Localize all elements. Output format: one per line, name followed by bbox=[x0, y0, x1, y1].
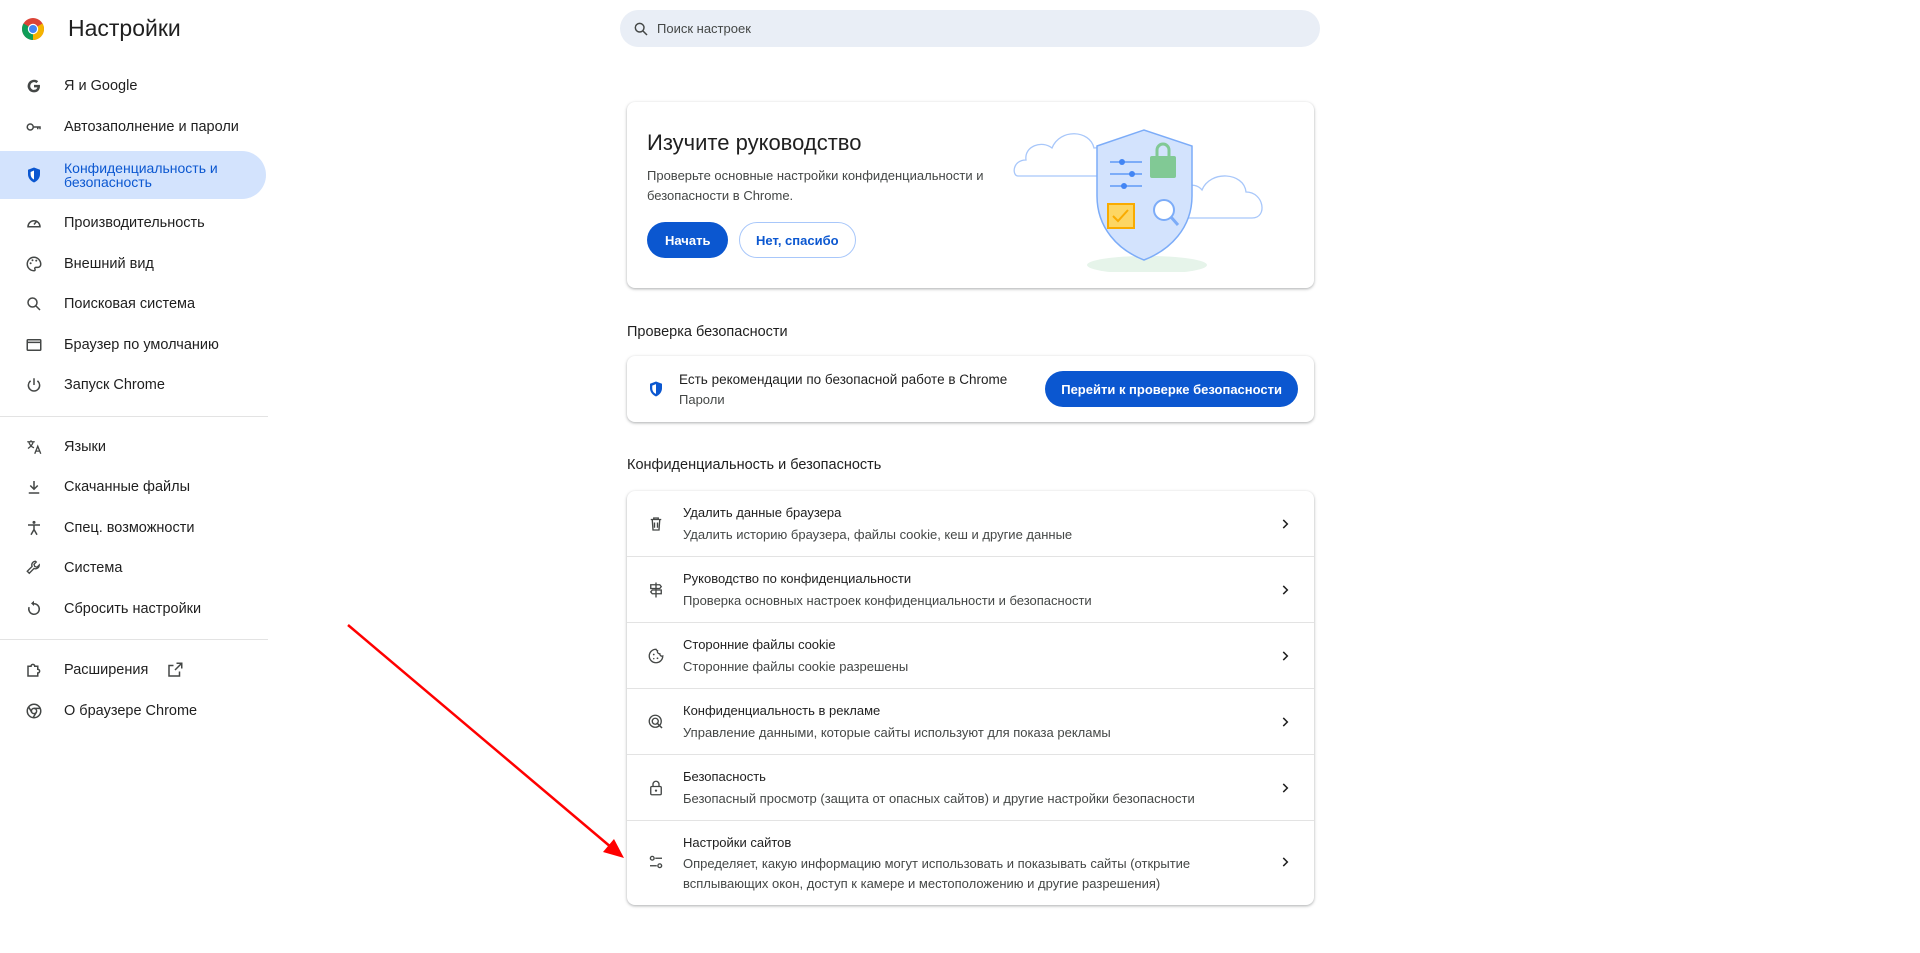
palette-icon bbox=[25, 255, 43, 273]
sidebar-item-extensions[interactable]: Расширения bbox=[0, 650, 266, 691]
privacy-settings-list: Удалить данные браузера Удалить историю … bbox=[627, 491, 1314, 905]
lock-icon bbox=[647, 779, 665, 797]
row-subtitle: Удалить историю браузера, файлы cookie, … bbox=[683, 527, 1073, 542]
sidebar-item-system[interactable]: Система bbox=[0, 548, 266, 589]
search-icon bbox=[25, 295, 43, 313]
list-item-third-party-cookies[interactable]: Сторонние файлы cookie Сторонние файлы c… bbox=[627, 623, 1314, 689]
safety-check-card: Есть рекомендации по безопасной работе в… bbox=[627, 356, 1314, 422]
no-thanks-button[interactable]: Нет, спасибо bbox=[739, 222, 856, 258]
row-subtitle: Определяет, какую информацию могут испол… bbox=[683, 856, 1191, 891]
shield-check-icon bbox=[650, 381, 662, 397]
guide-description: Проверьте основные настройки конфиденциа… bbox=[647, 168, 984, 203]
sidebar-item-label: Запуск Chrome bbox=[64, 377, 165, 394]
chrome-logo-icon bbox=[22, 18, 44, 40]
go-to-safety-check-button[interactable]: Перейти к проверке безопасности bbox=[1045, 371, 1298, 407]
row-title: Сторонние файлы cookie bbox=[683, 637, 836, 652]
sidebar-item-label: Языки bbox=[64, 438, 106, 455]
sidebar-item-accessibility[interactable]: Спец. возможности bbox=[0, 508, 266, 549]
key-icon bbox=[25, 118, 43, 136]
chevron-right-icon bbox=[1282, 584, 1289, 595]
start-guide-button[interactable]: Начать bbox=[647, 222, 729, 258]
row-subtitle: Управление данными, которые сайты исполь… bbox=[683, 725, 1111, 740]
chevron-right-icon bbox=[1282, 857, 1289, 867]
sidebar-item-performance[interactable]: Производительность bbox=[0, 203, 266, 244]
chevron-right-icon bbox=[1282, 518, 1289, 529]
row-title: Руководство по конфиденциальности bbox=[683, 571, 912, 586]
download-icon bbox=[25, 478, 43, 496]
list-item-security[interactable]: Безопасность Безопасный просмотр (защита… bbox=[627, 755, 1314, 821]
search-icon bbox=[634, 22, 648, 36]
row-subtitle: Проверка основных настроек конфиденциаль… bbox=[683, 593, 1092, 608]
sidebar-item-on-startup[interactable]: Запуск Chrome bbox=[0, 365, 266, 406]
sidebar-item-you-and-google[interactable]: Я и Google bbox=[0, 66, 266, 107]
privacy-guide-promo-card: Изучите руководство Проверьте основные н… bbox=[627, 102, 1314, 288]
list-item-site-settings[interactable]: Настройки сайтов Определяет, какую инфор… bbox=[627, 821, 1314, 903]
privacy-guide-illustration bbox=[1013, 129, 1263, 272]
accessibility-icon bbox=[25, 519, 43, 537]
search-bar[interactable] bbox=[620, 10, 1320, 47]
speedometer-icon bbox=[25, 214, 43, 232]
row-title: Настройки сайтов bbox=[683, 835, 792, 850]
sidebar-item-label: Автозаполнение и пароли bbox=[64, 118, 239, 135]
google-icon bbox=[25, 77, 43, 95]
browser-window-icon bbox=[25, 336, 43, 354]
sidebar-item-label: Браузер по умолчанию bbox=[64, 336, 219, 353]
row-title: Удалить данные браузера bbox=[683, 505, 842, 520]
sidebar-item-default-browser[interactable]: Браузер по умолчанию bbox=[0, 325, 266, 366]
chrome-icon bbox=[25, 702, 43, 720]
safety-check-title: Есть рекомендации по безопасной работе в… bbox=[679, 372, 1008, 387]
sidebar-divider bbox=[0, 639, 268, 640]
wrench-icon bbox=[25, 559, 43, 577]
sidebar-item-label: Поисковая система bbox=[64, 296, 196, 313]
puzzle-icon bbox=[25, 661, 43, 679]
sidebar-item-autofill[interactable]: Автозаполнение и пароли bbox=[0, 107, 266, 148]
chevron-right-icon bbox=[1282, 782, 1289, 793]
row-subtitle: Сторонние файлы cookie разрешены bbox=[683, 659, 909, 674]
reset-icon bbox=[25, 600, 43, 618]
trash-icon bbox=[647, 515, 665, 533]
row-title: Конфиденциальность в рекламе bbox=[683, 703, 881, 718]
sidebar-item-privacy[interactable]: Конфиденциальность и безопасность bbox=[0, 151, 266, 199]
page-title: Настройки bbox=[68, 15, 181, 41]
chevron-right-icon bbox=[1282, 650, 1289, 661]
sidebar-item-downloads[interactable]: Скачанные файлы bbox=[0, 467, 266, 508]
sidebar-item-label: Конфиденциальность и безопасность bbox=[64, 160, 218, 190]
ad-privacy-icon bbox=[647, 713, 665, 731]
sidebar-item-label: Я и Google bbox=[64, 78, 138, 95]
signpost-icon bbox=[647, 581, 665, 599]
guide-title: Изучите руководство bbox=[647, 130, 862, 155]
cookie-icon bbox=[647, 647, 665, 665]
sidebar-item-search-engine[interactable]: Поисковая система bbox=[0, 284, 266, 325]
sidebar-item-label: Сбросить настройки bbox=[64, 600, 202, 617]
sidebar-item-label: Внешний вид bbox=[64, 255, 154, 272]
power-icon bbox=[25, 376, 43, 394]
sidebar-item-reset[interactable]: Сбросить настройки bbox=[0, 589, 266, 630]
shield-icon bbox=[25, 166, 43, 184]
tune-icon bbox=[647, 853, 665, 871]
list-item-clear-browsing-data[interactable]: Удалить данные браузера Удалить историю … bbox=[627, 491, 1314, 557]
sidebar-item-languages[interactable]: Языки bbox=[0, 427, 266, 468]
sidebar-nav: Я и Google Автозаполнение и пароли Конфи… bbox=[0, 66, 268, 731]
sidebar-item-label: О браузере Chrome bbox=[64, 702, 198, 719]
list-item-ad-privacy[interactable]: Конфиденциальность в рекламе Управление … bbox=[627, 689, 1314, 755]
sidebar-item-label: Расширения bbox=[64, 662, 149, 679]
sidebar-item-label: Производительность bbox=[64, 215, 205, 232]
row-subtitle: Безопасный просмотр (защита от опасных с… bbox=[683, 791, 1195, 806]
row-title: Безопасность bbox=[683, 769, 766, 784]
sidebar-item-about-chrome[interactable]: О браузере Chrome bbox=[0, 691, 266, 732]
sidebar-divider bbox=[0, 415, 268, 417]
safety-check-section-title: Проверка безопасности bbox=[627, 324, 788, 340]
sidebar-item-appearance[interactable]: Внешний вид bbox=[0, 244, 266, 285]
safety-check-subtitle: Пароли bbox=[679, 392, 725, 407]
open-in-new-icon bbox=[166, 661, 184, 679]
list-item-privacy-guide[interactable]: Руководство по конфиденциальности Провер… bbox=[627, 557, 1314, 623]
sidebar-item-label: Система bbox=[64, 560, 123, 577]
translate-icon bbox=[25, 438, 43, 456]
sidebar-item-label: Спец. возможности bbox=[64, 519, 195, 536]
search-input[interactable] bbox=[657, 21, 1257, 36]
sidebar-item-label: Скачанные файлы bbox=[64, 479, 191, 496]
privacy-section-title: Конфиденциальность и безопасность bbox=[627, 457, 882, 473]
chevron-right-icon bbox=[1282, 716, 1289, 727]
